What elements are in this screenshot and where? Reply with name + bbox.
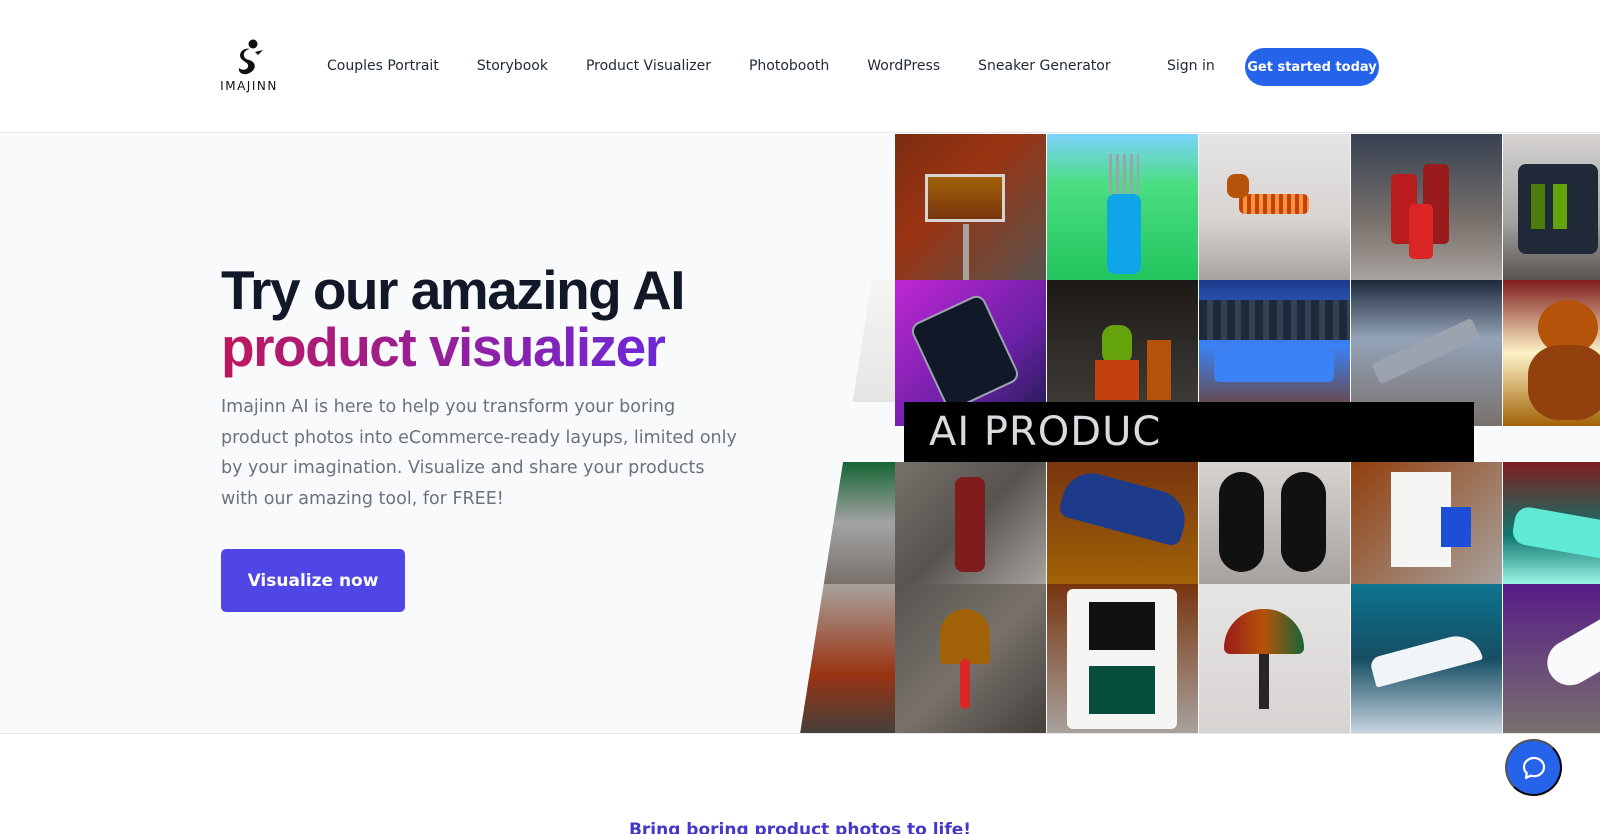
hero-title-line2: product visualizer — [221, 316, 666, 378]
hero-text: Try our amazing AI product visualizer Im… — [221, 262, 761, 514]
nav-photobooth[interactable]: Photobooth — [749, 58, 829, 74]
golf-bag-tile — [1047, 134, 1198, 280]
sign-in-link[interactable]: Sign in — [1167, 58, 1215, 74]
lotion-bottles-tile — [1503, 134, 1600, 280]
nav-storybook[interactable]: Storybook — [477, 58, 548, 74]
slinky-dog-tile — [1199, 134, 1350, 280]
imajinn-logo-icon — [238, 39, 263, 75]
nav-couples-portrait[interactable]: Couples Portrait — [327, 58, 439, 74]
bell-tile — [895, 584, 1046, 733]
wooden-chair-tile — [800, 584, 895, 733]
get-started-button[interactable]: Get started today — [1245, 48, 1379, 86]
product-collage: AI PRODUC — [800, 134, 1600, 733]
patio-chair-tile — [800, 462, 895, 584]
blue-sneaker-tile — [1047, 462, 1198, 584]
nav-product-visualizer[interactable]: Product Visualizer — [586, 58, 711, 74]
white-sneaker-tile — [1503, 584, 1600, 733]
tiffany-lamp-tile — [1199, 584, 1350, 733]
logo[interactable]: IMAJINN — [219, 38, 279, 98]
figurine-tile — [895, 462, 1046, 584]
handheld-console-tile — [1047, 584, 1198, 733]
hero-section: Try our amazing AI product visualizer Im… — [0, 134, 1600, 734]
nav-sneaker-generator[interactable]: Sneaker Generator — [978, 58, 1110, 74]
logo-text: IMAJINN — [220, 79, 278, 93]
vintage-car-tile — [1503, 462, 1600, 584]
banner-text: AI PRODUC — [929, 409, 1162, 455]
chat-button[interactable] — [1505, 739, 1562, 796]
section-title: Bring boring product photos to life! — [628, 820, 972, 834]
teddy-bear-tile — [1503, 280, 1600, 426]
painting-on-brick-tile — [895, 134, 1046, 280]
hero-description: Imajinn AI is here to help you transform… — [221, 397, 737, 509]
hero-title-line1: Try our amazing AI — [221, 259, 686, 321]
visualize-now-button[interactable]: Visualize now — [221, 549, 405, 612]
site-header: IMAJINN Couples Portrait Storybook Produ… — [0, 0, 1600, 133]
red-candles-tile — [1351, 134, 1502, 280]
speedboat-tile — [1351, 584, 1502, 733]
desk-items-tile — [800, 280, 895, 402]
main-nav: Couples Portrait Storybook Product Visua… — [327, 58, 1149, 74]
hero-title: Try our amazing AI product visualizer — [221, 262, 761, 376]
chat-bubble-icon — [1522, 756, 1545, 779]
appliance-tile — [1351, 462, 1502, 584]
nav-wordpress[interactable]: WordPress — [867, 58, 940, 74]
ai-product-banner: AI PRODUC — [904, 402, 1474, 462]
black-sneakers-tile — [1199, 462, 1350, 584]
